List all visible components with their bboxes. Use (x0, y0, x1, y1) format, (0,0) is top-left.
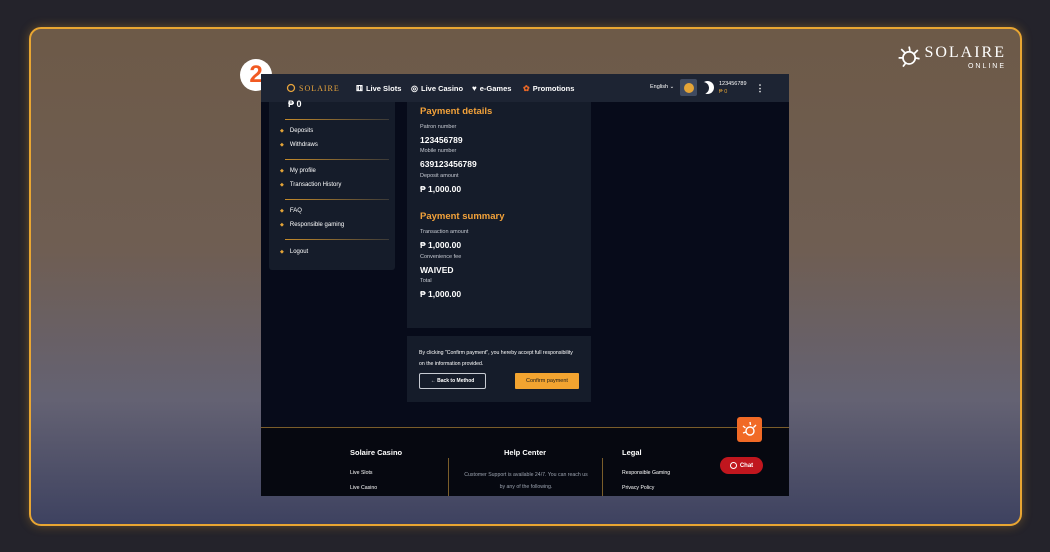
convenience-fee-label: Convenience fee (420, 254, 462, 260)
avatar[interactable] (680, 79, 697, 96)
account-sidebar: ₱ 0 ◆ Deposits ◆ Withdraws ◆ My profile ◆ Tr… (269, 99, 395, 270)
divider (285, 159, 389, 160)
patron-number-value: 123456789 (420, 135, 463, 145)
sidebar-item-faq[interactable]: ◆ FAQ (280, 208, 302, 214)
sidebar-item-label: Responsible gaming (289, 222, 345, 228)
divider (448, 458, 449, 496)
payment-details-title: Payment details (420, 106, 493, 117)
sidebar-item-label: Withdraws (289, 142, 318, 148)
nav-e-games[interactable]: ♥ e-Games (472, 74, 511, 102)
diamond-icon: ◆ (280, 128, 284, 134)
sidebar-item-label: My profile (289, 168, 316, 174)
mobile-number-value: 639123456789 (420, 159, 477, 169)
diamond-icon: ◆ (280, 182, 284, 188)
sidebar-balance: ₱ 0 (288, 99, 302, 109)
divider (285, 199, 389, 200)
payment-summary-title: Payment summary (420, 211, 505, 222)
footer-col-legal-title: Legal (622, 448, 642, 457)
theme-toggle-icon[interactable] (697, 81, 714, 94)
nav-label: Live Casino (420, 83, 464, 93)
nav-label: Live Slots (365, 83, 402, 93)
sidebar-item-deposits[interactable]: ◆ Deposits (280, 128, 313, 134)
deposit-amount-value: ₱ 1,000.00 (420, 184, 462, 194)
footer-link-live-casino[interactable]: Live Casino (350, 485, 377, 491)
gift-icon: ✿ (523, 83, 530, 93)
confirm-card: By clicking "Confirm payment", you hereb… (407, 336, 591, 402)
footer-link-live-slots[interactable]: Live Slots (350, 470, 373, 476)
back-to-method-button[interactable]: ← Back to Method (419, 373, 486, 389)
confirm-payment-button[interactable]: Confirm payment (515, 373, 579, 389)
heart-icon: ♥ (472, 83, 477, 93)
site-logo-text: SOLAIRE (299, 83, 340, 93)
sidebar-item-label: Logout (289, 249, 309, 255)
top-navbar: SOLAIRE ⚅ Live Slots ◎ Live Casino ♥ e-G… (261, 74, 789, 102)
sidebar-item-my-profile[interactable]: ◆ My profile (280, 168, 316, 174)
footer-link-responsible-gaming[interactable]: Responsible Gaming (622, 470, 670, 476)
chat-button[interactable]: Chat (720, 457, 763, 474)
footer-col-solaire-casino-title: Solaire Casino (350, 448, 403, 457)
sidebar-item-label: Deposits (289, 128, 314, 134)
more-menu-icon[interactable]: ⋮ (755, 80, 765, 96)
total-label: Total (420, 278, 432, 284)
footer-col-help-center-title: Help Center (504, 448, 547, 457)
avatar-coin-icon (683, 82, 694, 93)
sidebar-item-label: Transaction History (289, 182, 342, 188)
brand-name: SOLAIRE (924, 43, 1006, 61)
account-info[interactable]: 123456789 ₱ 0 (719, 80, 747, 96)
diamond-icon: ◆ (280, 222, 284, 228)
sidebar-item-responsible-gaming[interactable]: ◆ Responsible gaming (280, 222, 344, 228)
divider (285, 119, 389, 120)
brand-tag: ONLINE (967, 62, 1006, 70)
divider (285, 239, 389, 240)
floating-brand-icon[interactable] (737, 417, 762, 442)
mobile-number-label: Mobile number (420, 148, 457, 154)
chat-bubble-icon (729, 462, 737, 469)
divider (602, 458, 603, 496)
payment-details-card: Payment details Patron number 123456789 … (407, 102, 591, 328)
footer: Solaire Casino Live Slots Live Casino He… (261, 427, 789, 496)
sidebar-item-logout[interactable]: ◆ Logout (280, 249, 308, 255)
nav-label: Promotions (532, 83, 575, 93)
sidebar-item-label: FAQ (289, 208, 302, 214)
footer-link-privacy-policy[interactable]: Privacy Policy (622, 485, 654, 491)
total-value: ₱ 1,000.00 (420, 289, 462, 299)
patron-number-label: Patron number (420, 124, 457, 130)
sidebar-item-transaction-history[interactable]: ◆ Transaction History (280, 182, 341, 188)
nav-live-casino[interactable]: ◎ Live Casino (411, 74, 463, 102)
nav-promotions[interactable]: ✿ Promotions (523, 74, 574, 102)
sidebar-item-withdraws[interactable]: ◆ Withdraws (280, 142, 318, 148)
diamond-icon: ◆ (280, 142, 284, 148)
chip-icon: ◎ (411, 83, 418, 93)
account-number: 123456789 (719, 81, 747, 87)
browser-window: SOLAIRE ⚅ Live Slots ◎ Live Casino ♥ e-G… (261, 74, 789, 496)
sun-icon (286, 83, 296, 93)
sun-icon (742, 421, 757, 436)
confirm-disclaimer: By clicking "Confirm payment", you hereb… (419, 350, 573, 367)
account-balance: ₱ 0 (719, 89, 728, 95)
transaction-amount-label: Transaction amount (420, 229, 469, 235)
deposit-amount-label: Deposit amount (420, 173, 459, 179)
diamond-icon: ◆ (280, 249, 284, 255)
language-selector[interactable]: English ⌄ (650, 84, 674, 90)
slot-machine-icon: ⚅ (356, 83, 363, 93)
sun-logo-icon (898, 46, 920, 68)
solaire-online-logo: SOLAIRE ONLINE (896, 40, 1006, 74)
diamond-icon: ◆ (280, 168, 284, 174)
site-logo[interactable]: SOLAIRE (285, 82, 340, 94)
nav-live-slots[interactable]: ⚅ Live Slots (356, 74, 401, 102)
convenience-fee-value: WAIVED (420, 265, 454, 275)
transaction-amount-value: ₱ 1,000.00 (420, 240, 462, 250)
chat-label: Chat (739, 462, 754, 469)
footer-help-text: Customer Support is available 24/7. You … (464, 472, 588, 490)
diamond-icon: ◆ (280, 208, 284, 214)
nav-label: e-Games (479, 83, 512, 93)
